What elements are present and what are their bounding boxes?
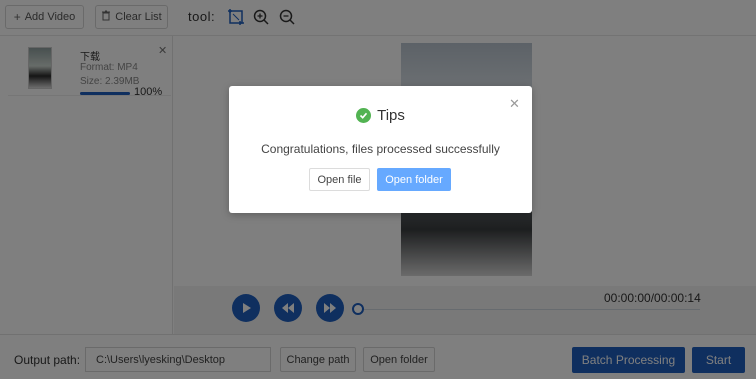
success-check-icon bbox=[356, 108, 372, 123]
open-file-button[interactable]: Open file bbox=[309, 168, 370, 191]
tips-dialog: ✕ Tips Congratulations, files processed … bbox=[229, 86, 532, 213]
dialog-message: Congratulations, files processed success… bbox=[261, 142, 500, 156]
dialog-open-folder-button[interactable]: Open folder bbox=[377, 168, 451, 191]
dialog-title: Tips bbox=[377, 107, 405, 124]
dialog-header: Tips bbox=[229, 107, 532, 124]
